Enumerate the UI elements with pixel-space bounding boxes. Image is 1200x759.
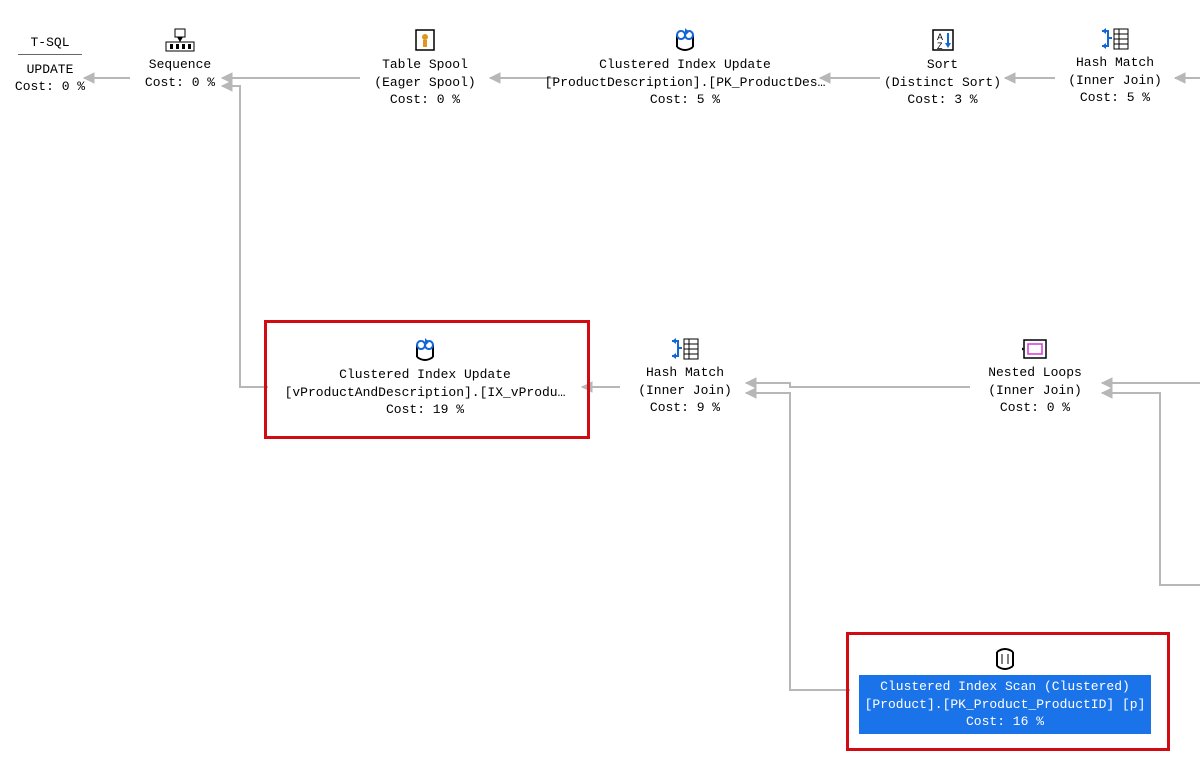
- node-update[interactable]: T-SQL UPDATE Cost: 0 %: [10, 34, 90, 96]
- label: Clustered Index Update: [270, 366, 580, 384]
- label: Clustered Index Update: [540, 56, 830, 74]
- nested-loops-icon: [1022, 338, 1048, 360]
- sequence-icon: [165, 28, 195, 52]
- node-nested-loops[interactable]: Nested Loops (Inner Join) Cost: 0 %: [965, 338, 1105, 417]
- selection-highlight: Clustered Index Scan (Clustered) [Produc…: [859, 675, 1152, 734]
- index-scan-icon: [991, 647, 1019, 671]
- cost: Cost: 5 %: [1050, 89, 1180, 107]
- cost: Cost: 0 %: [965, 399, 1105, 417]
- node-sort[interactable]: A Z Sort (Distinct Sort) Cost: 3 %: [880, 28, 1005, 109]
- node-table-spool[interactable]: Table Spool (Eager Spool) Cost: 0 %: [355, 28, 495, 109]
- hash-match-icon: [670, 338, 700, 360]
- sub: [Product].[PK_Product_ProductID] [p]: [865, 696, 1146, 714]
- svg-text:Z: Z: [937, 41, 943, 51]
- label: Table Spool: [355, 56, 495, 74]
- cost: Cost: 16 %: [865, 713, 1146, 731]
- label: Sequence: [130, 56, 230, 74]
- node-sequence[interactable]: Sequence Cost: 0 %: [130, 28, 230, 91]
- tsql-header: T-SQL: [18, 34, 82, 55]
- label: Hash Match: [1050, 54, 1180, 72]
- cost: Cost: 3 %: [880, 91, 1005, 109]
- node-clustered-index-scan[interactable]: Clustered Index Scan (Clustered) [Produc…: [850, 647, 1160, 734]
- node-clustered-index-update-1[interactable]: Clustered Index Update [ProductDescripti…: [540, 28, 830, 109]
- sub: (Eager Spool): [355, 74, 495, 92]
- label: Clustered Index Scan (Clustered): [865, 678, 1146, 696]
- sort-icon: A Z: [931, 28, 955, 52]
- label: UPDATE: [10, 61, 90, 79]
- sub: [ProductDescription].[PK_ProductDes…: [540, 74, 830, 92]
- label: Sort: [880, 56, 1005, 74]
- cost: Cost: 19 %: [270, 401, 580, 419]
- hash-match-icon: [1100, 28, 1130, 50]
- label: Hash Match: [615, 364, 755, 382]
- spool-icon: [413, 28, 437, 52]
- label: Nested Loops: [965, 364, 1105, 382]
- sub: [vProductAndDescription].[IX_vProdu…: [270, 384, 580, 402]
- cost: Cost: 0 %: [10, 78, 90, 96]
- sub: (Distinct Sort): [880, 74, 1005, 92]
- sub: (Inner Join): [1050, 72, 1180, 90]
- sub: (Inner Join): [615, 382, 755, 400]
- node-hash-match-1[interactable]: Hash Match (Inner Join) Cost: 5 %: [1050, 28, 1180, 107]
- index-update-icon: [411, 338, 439, 362]
- cost: Cost: 5 %: [540, 91, 830, 109]
- index-update-icon: [671, 28, 699, 52]
- cost: Cost: 9 %: [615, 399, 755, 417]
- sub: (Inner Join): [965, 382, 1105, 400]
- cost: Cost: 0 %: [130, 74, 230, 92]
- node-hash-match-2[interactable]: Hash Match (Inner Join) Cost: 9 %: [615, 338, 755, 417]
- cost: Cost: 0 %: [355, 91, 495, 109]
- node-clustered-index-update-2[interactable]: Clustered Index Update [vProductAndDescr…: [270, 338, 580, 419]
